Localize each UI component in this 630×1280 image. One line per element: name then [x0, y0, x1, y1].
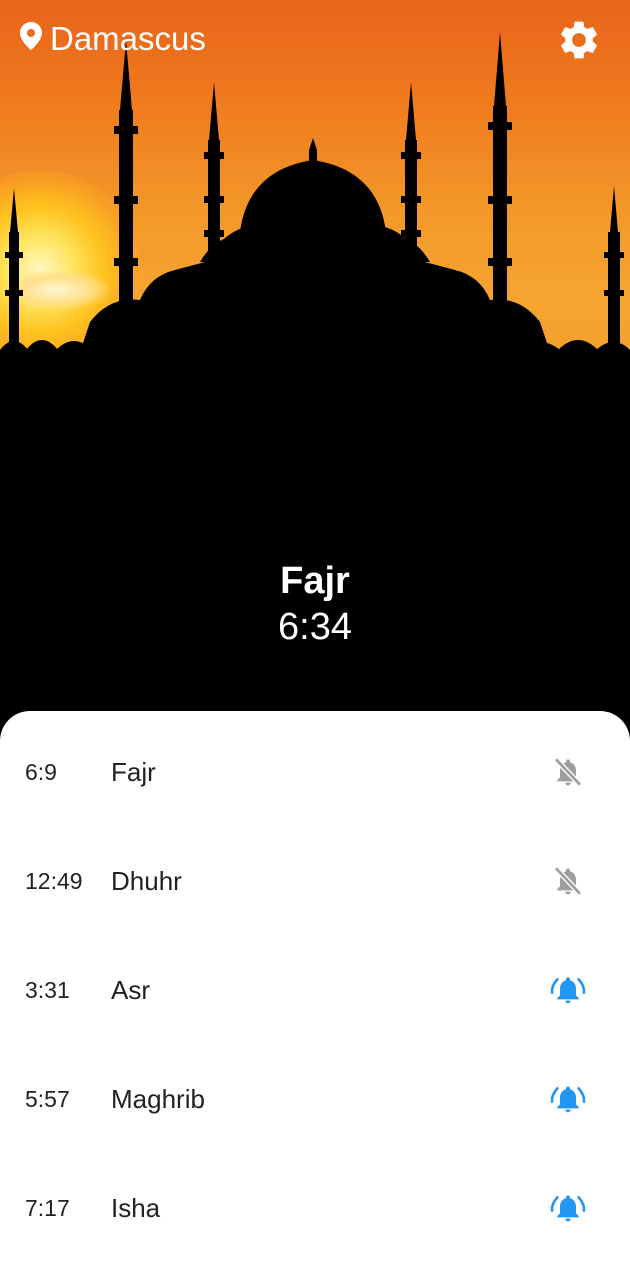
alarm-toggle[interactable]	[548, 1081, 588, 1117]
prayer-row-asr: 3:31 Asr	[0, 960, 630, 1020]
bell-ringing-icon	[550, 1086, 586, 1113]
prayer-row-dhuhr: 12:49 Dhuhr	[0, 851, 630, 911]
bell-off-icon	[554, 866, 582, 896]
alarm-toggle[interactable]	[548, 754, 588, 790]
alarm-toggle[interactable]	[548, 1190, 588, 1226]
alarm-toggle[interactable]	[548, 863, 588, 899]
prayer-name: Asr	[111, 975, 150, 1005]
gear-icon	[556, 21, 602, 67]
prayer-row-fajr: 6:9 Fajr	[0, 742, 630, 802]
prayer-time: 7:17	[25, 1195, 70, 1221]
prayer-row-maghrib: 5:57 Maghrib	[0, 1069, 630, 1129]
bell-off-icon	[554, 757, 582, 787]
prayer-time: 5:57	[25, 1086, 70, 1112]
prayer-name: Dhuhr	[111, 866, 182, 896]
top-bar: Damascus	[0, 0, 630, 80]
prayer-row-isha: 7:17 Isha	[0, 1178, 630, 1238]
map-pin-icon	[20, 21, 42, 55]
bell-ringing-icon	[550, 1195, 586, 1222]
current-prayer-time: 6:34	[278, 606, 352, 648]
prayer-name: Fajr	[111, 757, 156, 787]
prayer-name: Isha	[111, 1193, 161, 1223]
current-prayer: Fajr 6:34	[0, 558, 630, 650]
prayer-name: Maghrib	[111, 1084, 205, 1114]
prayer-times-screen: Damascus Fajr 6:34 6:9 Fajr 12:49 Dhuhr	[0, 0, 630, 1280]
settings-button[interactable]	[556, 17, 602, 63]
prayer-time: 12:49	[25, 868, 83, 894]
location-name: Damascus	[50, 19, 206, 57]
location-selector[interactable]: Damascus	[20, 16, 206, 60]
current-prayer-name: Fajr	[280, 560, 350, 602]
prayer-time: 3:31	[25, 977, 70, 1003]
prayer-list: 6:9 Fajr 12:49 Dhuhr 3:31 Asr 5:57 Maghr…	[0, 711, 630, 1280]
hero-banner: Damascus Fajr 6:34	[0, 0, 630, 740]
alarm-toggle[interactable]	[548, 972, 588, 1008]
prayer-time: 6:9	[25, 759, 57, 785]
bell-ringing-icon	[550, 977, 586, 1004]
